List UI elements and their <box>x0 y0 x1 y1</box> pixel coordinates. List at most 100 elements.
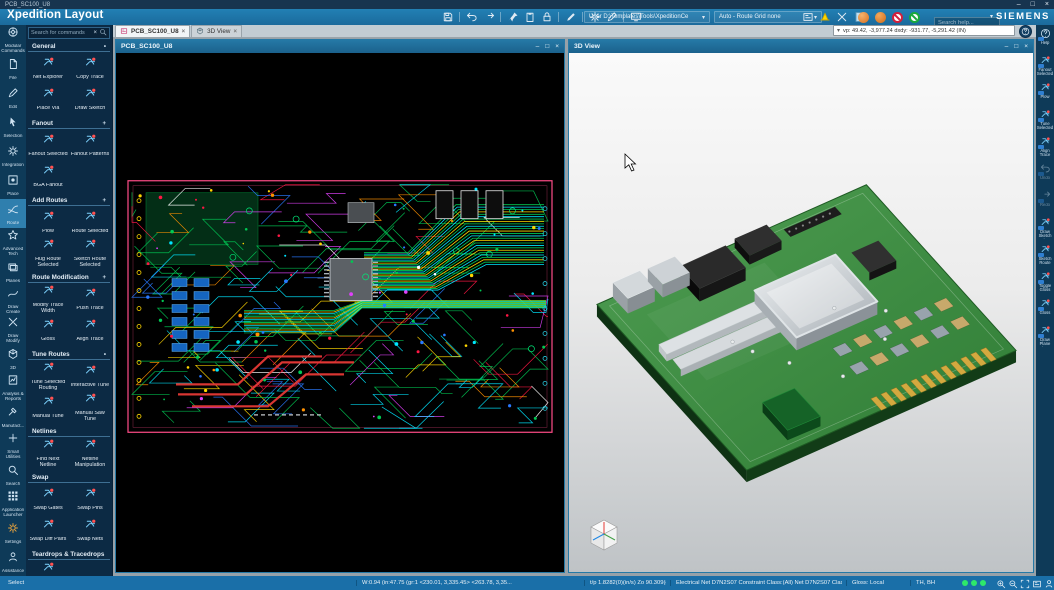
section-affordance-icon[interactable]: • <box>104 352 106 358</box>
pcb-2d-titlebar[interactable]: PCB_SC100_U8 – □ × <box>116 40 564 53</box>
pin-icon[interactable] <box>505 10 520 24</box>
favorite-fanout-selected[interactable]: Fanout Selected <box>1036 54 1054 81</box>
sidebar-item-file[interactable]: File <box>0 54 26 83</box>
view-3d-titlebar[interactable]: 3D View – □ × <box>569 40 1033 53</box>
favorite-undo[interactable]: Undo <box>1036 162 1054 189</box>
command-find-next-netline[interactable]: Find Next Netline <box>27 438 69 469</box>
os-titlebar[interactable]: PCB_SC100_U8 – □ × <box>0 0 1054 9</box>
sidebar-item-edit[interactable]: Edit <box>0 83 26 112</box>
chevron-down-icon[interactable]: ▾ <box>837 27 840 34</box>
command-interactive-tune[interactable]: Interactive Tune <box>69 361 111 392</box>
fit-icon[interactable] <box>1019 577 1030 590</box>
command-net-explorer[interactable]: Net Explorer <box>27 53 69 84</box>
favorite-help[interactable]: Help <box>1036 27 1054 54</box>
sidebar-item-draw-create[interactable]: Draw Create <box>0 286 26 315</box>
sidebar-item-3d[interactable]: 3D <box>0 344 26 373</box>
os-minimize-button[interactable]: – <box>1017 1 1021 8</box>
sidebar-item-assistance[interactable]: Assistance <box>0 547 26 576</box>
command-align-trace[interactable]: Align Trace <box>69 315 111 346</box>
display-scheme-orange-icon[interactable] <box>858 11 869 23</box>
command-netline-manipulation[interactable]: Netline Manipulation <box>69 438 111 469</box>
command-place-via[interactable]: Place Via <box>27 84 69 115</box>
command-hug-route-selected[interactable]: Hug Route Selected <box>27 238 69 269</box>
command-route-selected[interactable]: Route Selected <box>69 207 111 238</box>
sidebar-item-planes[interactable]: Planes <box>0 257 26 286</box>
favorite-draw-plane-shape[interactable]: Draw Plane Shape <box>1036 324 1054 351</box>
sidebar-item-settings[interactable]: Settings <box>0 518 26 547</box>
section-affordance-icon[interactable]: + <box>102 121 106 127</box>
section-affordance-icon[interactable]: + <box>102 198 106 204</box>
online-drc-green-icon[interactable] <box>909 11 920 23</box>
command-fanout-selected[interactable]: Fanout Selected <box>27 130 69 161</box>
command-draw-sketch[interactable]: Draw Sketch <box>69 84 111 115</box>
search-icon[interactable] <box>99 28 107 38</box>
sidebar-item-draw-modify[interactable]: Draw Modify <box>0 315 26 344</box>
favorite-align-trace[interactable]: Align Trace <box>1036 135 1054 162</box>
board-icon[interactable] <box>1031 577 1042 590</box>
section-affordance-icon[interactable]: • <box>104 44 106 50</box>
view-orientation-cube[interactable] <box>581 510 627 560</box>
person-icon[interactable] <box>1043 577 1054 590</box>
tab-close-icon[interactable]: × <box>233 29 237 35</box>
favorite-tune-selected[interactable]: Tune Selected <box>1036 108 1054 135</box>
sidebar-item-route[interactable]: Route <box>0 199 26 228</box>
pcb-2d-minimize-button[interactable]: – <box>536 43 540 50</box>
os-close-button[interactable]: × <box>1045 1 1049 8</box>
sidebar-item-search[interactable]: Search <box>0 460 26 489</box>
command-copy-trace[interactable]: Copy Trace <box>69 53 111 84</box>
command-bga-fanout[interactable]: BGA Fanout <box>27 161 69 192</box>
command-push-trace[interactable]: Push Trace <box>69 284 111 315</box>
pcb-2d-maximize-button[interactable]: □ <box>545 43 549 50</box>
command-manual-tune[interactable]: Manual Tune <box>27 392 69 423</box>
brush-icon[interactable] <box>563 10 578 24</box>
view-3d-close-button[interactable]: × <box>1024 43 1028 50</box>
undo-icon[interactable] <box>464 10 479 24</box>
command-search-input[interactable] <box>31 30 92 36</box>
sidebar-item-place[interactable]: Place <box>0 170 26 199</box>
favorite-plow[interactable]: Plow <box>1036 81 1054 108</box>
clear-search-icon[interactable]: × <box>93 30 97 36</box>
favorite-gloss[interactable]: Gloss <box>1036 297 1054 324</box>
favorite-toggle-gloss[interactable]: Toggle Gloss <box>1036 270 1054 297</box>
cone-icon[interactable] <box>817 10 832 24</box>
sidebar-item-integration[interactable]: Integration <box>0 141 26 170</box>
help-button[interactable] <box>1019 24 1032 38</box>
sidebar-item-application-launcher[interactable]: Application Launcher <box>0 489 26 518</box>
drc-disabled-red-icon[interactable] <box>892 11 903 23</box>
sidebar-item-advanced-tech[interactable]: Advanced Tech <box>0 228 26 257</box>
command-swap-pins[interactable]: Swap Pins <box>69 484 111 515</box>
sidebar-item-manufact[interactable]: Manufact... <box>0 402 26 431</box>
command-swap-gates[interactable]: Swap Gates <box>27 484 69 515</box>
cut-icon[interactable] <box>834 10 849 24</box>
license-profile-dropdown[interactable]: User D:\Templates\Tools\XpeditionCe ▾ <box>584 11 710 23</box>
command-gloss[interactable]: Gloss <box>27 315 69 346</box>
save-icon[interactable] <box>440 10 455 24</box>
favorite-redo[interactable]: Redo <box>1036 189 1054 216</box>
sidebar-item-modular-commands[interactable]: Modular Commands <box>0 25 26 54</box>
command-fanout-patterns[interactable]: Fanout Patterns <box>69 130 111 161</box>
command-manual-saw-tune[interactable]: Manual Saw Tune <box>69 392 111 423</box>
command-modify-trace-width[interactable]: Modify Trace Width <box>27 284 69 315</box>
favorite-draw-sketch-plan[interactable]: Draw Sketch Plan <box>1036 216 1054 243</box>
chevron-down-icon[interactable]: ▾ <box>990 13 993 20</box>
view-3d-minimize-button[interactable]: – <box>1005 43 1009 50</box>
pcb-2d-close-button[interactable]: × <box>555 43 559 50</box>
os-maximize-button[interactable]: □ <box>1031 1 1035 8</box>
command-swap-nets[interactable]: Swap Nets <box>69 515 111 546</box>
tab-close-icon[interactable]: × <box>182 29 186 35</box>
lock-icon[interactable] <box>539 10 554 24</box>
sidebar-item-analysis-reports[interactable]: Analysis & Reports <box>0 373 26 402</box>
command-plow[interactable]: Plow <box>27 207 69 238</box>
command-tune-selected-routing[interactable]: Tune Selected Routing <box>27 361 69 392</box>
redo-icon[interactable] <box>481 10 496 24</box>
sidebar-item-small-utilities[interactable]: Small Utilities <box>0 431 26 460</box>
board-icon[interactable] <box>800 10 815 24</box>
command-swap-diff-pairs[interactable]: Swap Diff Pairs <box>27 515 69 546</box>
view-3d-maximize-button[interactable]: □ <box>1014 43 1018 50</box>
zoomin-icon[interactable] <box>995 577 1006 590</box>
tab-pcb-sc100-u8[interactable]: PCB_SC100_U8 × <box>115 25 191 37</box>
clip-icon[interactable] <box>522 10 537 24</box>
sidebar-item-selection[interactable]: Selection <box>0 112 26 141</box>
command-teardrops-and-tracedrops[interactable]: Teardrops and Tracedrops <box>27 561 69 576</box>
tab-3d-view[interactable]: 3D View × <box>191 25 242 37</box>
